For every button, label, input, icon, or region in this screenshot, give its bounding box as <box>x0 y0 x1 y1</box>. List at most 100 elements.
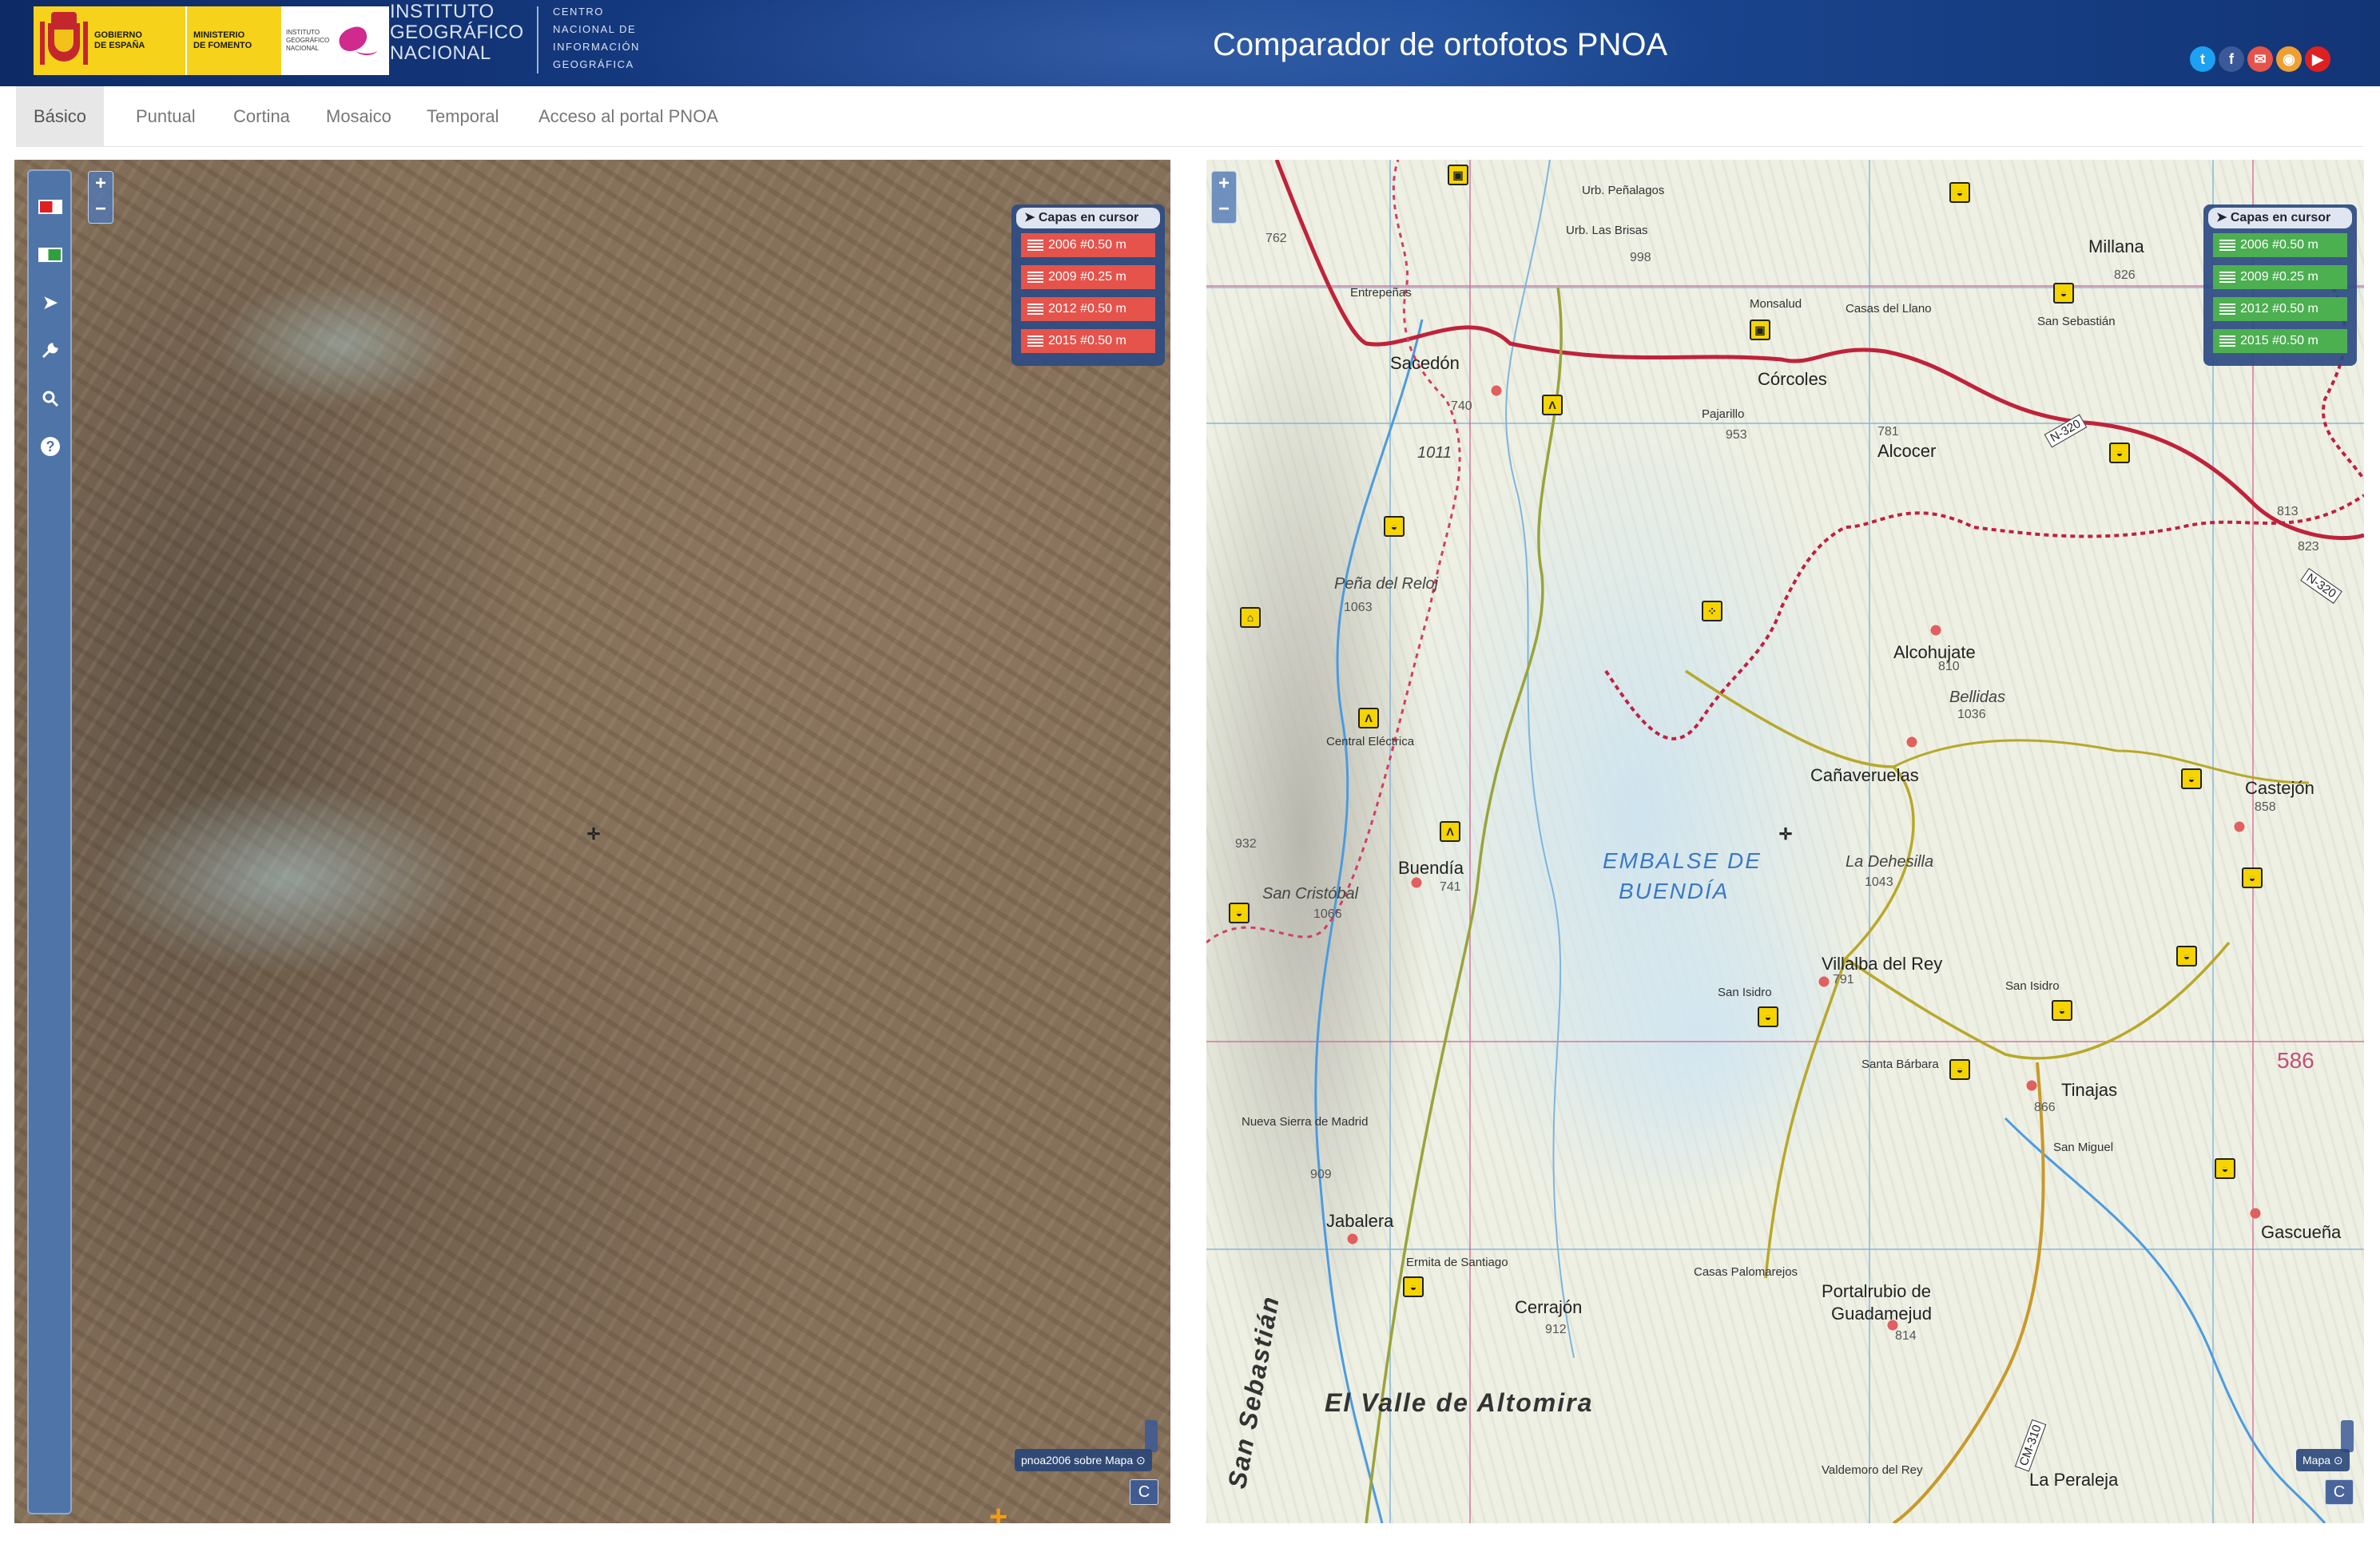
ign-title-line: INSTITUTO <box>390 1 495 22</box>
layer-lines-icon <box>1027 272 1043 283</box>
rss-icon[interactable]: ◉ <box>2276 46 2302 72</box>
map-label: Santa Bárbara <box>1861 1058 1939 1071</box>
layer-2006[interactable]: 2006 #0.50 m <box>1021 233 1155 257</box>
map-label: Bellidas <box>1949 689 2006 706</box>
map-label: Portalrubio de <box>1822 1281 1931 1301</box>
tab-basico[interactable]: Básico <box>16 86 105 147</box>
layers-header: ➤ Capas en cursor <box>1016 208 1160 228</box>
poi-marker-icon[interactable]: ▣ <box>1448 165 1468 185</box>
poi-marker-icon[interactable]: ▣ <box>1750 320 1770 340</box>
tab-puntual[interactable]: Puntual <box>118 86 213 147</box>
tab-cortina[interactable]: Cortina <box>216 86 308 147</box>
pointer-icon[interactable]: ➤ <box>37 289 64 316</box>
map-label: Casas Palomarejos <box>1694 1265 1798 1279</box>
town-marker <box>1342 1232 1363 1246</box>
tab-acceso-portal[interactable]: Acceso al portal PNOA <box>521 86 736 147</box>
poi-marker-icon[interactable]: ◒ <box>2242 867 2263 888</box>
basemap-label[interactable]: pnoa2006 sobre Mapa ⊙ <box>1015 1449 1152 1471</box>
tab-mosaico[interactable]: Mosaico <box>308 86 409 147</box>
town-marker <box>1406 875 1427 890</box>
layer-2009[interactable]: 2009 #0.25 m <box>1021 265 1155 289</box>
youtube-icon[interactable]: ▶ <box>2305 46 2330 72</box>
basemap-label-text: Mapa <box>2303 1454 2331 1467</box>
basemap-label[interactable]: Mapa ⊙ <box>2296 1449 2350 1471</box>
left-map-ortofoto[interactable]: ➤ ? + − ➤ Capas en cursor 2006 #0.50 m 2… <box>14 160 1170 1523</box>
ign-title-line: GEOGRÁFICO <box>390 22 524 43</box>
layer-label: 2012 #0.50 m <box>1048 302 1126 316</box>
poi-marker-icon[interactable]: ◒ <box>1949 182 1970 203</box>
poi-marker-icon[interactable]: ◒ <box>2053 283 2074 304</box>
map-label: Villalba del Rey <box>1822 954 1943 974</box>
poi-marker-icon[interactable]: ⁘ <box>1702 601 1722 621</box>
zoom-out-button[interactable]: − <box>89 197 113 223</box>
layer-2006[interactable]: 2006 #0.50 m <box>2213 233 2347 257</box>
tool-sidebar: ➤ ? <box>27 169 72 1514</box>
crosshair-icon: ✛ <box>1778 826 1793 843</box>
poi-marker-icon[interactable]: ◒ <box>1758 1006 1778 1027</box>
map-label: Cañaveruelas <box>1810 765 1919 785</box>
poi-marker-icon[interactable]: ◒ <box>2109 443 2130 463</box>
slider-handle[interactable] <box>2341 1420 2354 1452</box>
twitter-icon[interactable]: t <box>2190 46 2215 72</box>
search-icon[interactable] <box>37 385 64 412</box>
cnig-title[interactable]: CENTRO NACIONAL DE INFORMACIÓN GEOGRÁFIC… <box>553 3 640 73</box>
map-label: Cerrajón <box>1515 1297 1583 1317</box>
poi-marker-icon[interactable]: ◒ <box>2181 768 2202 789</box>
facebook-icon[interactable]: f <box>2219 46 2244 72</box>
layer-label: 2006 #0.50 m <box>1048 238 1126 252</box>
red-flag-icon[interactable] <box>37 193 64 220</box>
pointer-icon: ➤ <box>2216 211 2231 224</box>
page-title: Comparador de ortofotos PNOA <box>1213 27 1668 62</box>
right-map-topografico[interactable]: Sacedón Córcoles Pajarillo Alcocer Milla… <box>1206 160 2364 1523</box>
poi-marker-icon[interactable]: Λ <box>1542 395 1563 415</box>
map-label: Peña del Reloj <box>1334 575 1439 593</box>
c-button[interactable]: C <box>2325 1479 2354 1505</box>
height-label: 858 <box>2255 800 2276 814</box>
poi-marker-icon[interactable]: ⌂ <box>1240 607 1261 628</box>
poi-marker-icon[interactable]: ◒ <box>1403 1276 1424 1297</box>
layer-lines-icon <box>1027 240 1043 251</box>
poi-marker-icon[interactable]: Λ <box>1358 708 1379 728</box>
map-label: Córcoles <box>1758 369 1827 389</box>
government-logos[interactable]: GOBIERNO DE ESPAÑA MINISTERIO DE FOMENTO… <box>34 6 389 75</box>
poi-marker-icon[interactable]: Λ <box>1440 821 1460 842</box>
map-label: Gascueña <box>2261 1222 2342 1242</box>
zoom-in-button[interactable]: + <box>1212 172 1236 197</box>
layers-header: ➤ Capas en cursor <box>2208 208 2352 228</box>
tab-temporal[interactable]: Temporal <box>409 86 516 147</box>
map-label: San Sebastián <box>2037 315 2116 328</box>
poi-marker-icon[interactable]: ◒ <box>2176 946 2197 967</box>
c-button[interactable]: C <box>1130 1479 1158 1505</box>
wrench-icon[interactable] <box>37 337 64 364</box>
map-label: Casas del Llano <box>1846 302 1932 316</box>
height-label: 741 <box>1440 880 1461 894</box>
pointer-icon: ➤ <box>1024 211 1039 224</box>
layer-2009[interactable]: 2009 #0.25 m <box>2213 265 2347 289</box>
crosshair-icon: ✛ <box>586 826 601 843</box>
help-icon[interactable]: ? <box>37 433 64 460</box>
social-links: t f ✉ ◉ ▶ <box>2190 46 2330 72</box>
slider-handle[interactable] <box>1145 1420 1158 1452</box>
poi-marker-icon[interactable]: ◒ <box>2215 1158 2235 1179</box>
poi-marker-icon[interactable]: ◒ <box>1384 516 1405 537</box>
map-label: Ermita de Santiago <box>1406 1256 1508 1269</box>
green-flag-icon[interactable] <box>37 241 64 268</box>
height-label: 998 <box>1630 251 1651 264</box>
ign-title[interactable]: INSTITUTO GEOGRÁFICO NACIONAL <box>390 2 524 64</box>
layer-2015[interactable]: 2015 #0.50 m <box>1021 329 1155 353</box>
ign-logo: INSTITUTO GEOGRÁFICO NACIONAL <box>281 6 389 75</box>
poi-marker-icon[interactable]: ◒ <box>1949 1059 1970 1080</box>
poi-marker-icon[interactable]: ◒ <box>1229 903 1250 923</box>
layer-2012[interactable]: 2012 #0.50 m <box>1021 297 1155 321</box>
layer-2015[interactable]: 2015 #0.50 m <box>2213 329 2347 353</box>
height-label: 1011 <box>1417 444 1452 462</box>
zoom-in-button[interactable]: + <box>89 172 113 197</box>
layer-2012[interactable]: 2012 #0.50 m <box>2213 297 2347 321</box>
height-label: 810 <box>1938 660 1960 673</box>
email-icon[interactable]: ✉ <box>2247 46 2273 72</box>
poi-marker-icon[interactable]: ◒ <box>2052 1000 2072 1021</box>
ministerio-text: MINISTERIO DE FOMENTO <box>193 30 252 50</box>
zoom-out-button[interactable]: − <box>1212 197 1236 223</box>
map-label: BUENDÍA <box>1619 879 1730 903</box>
zoom-control: + − <box>1211 171 1237 224</box>
